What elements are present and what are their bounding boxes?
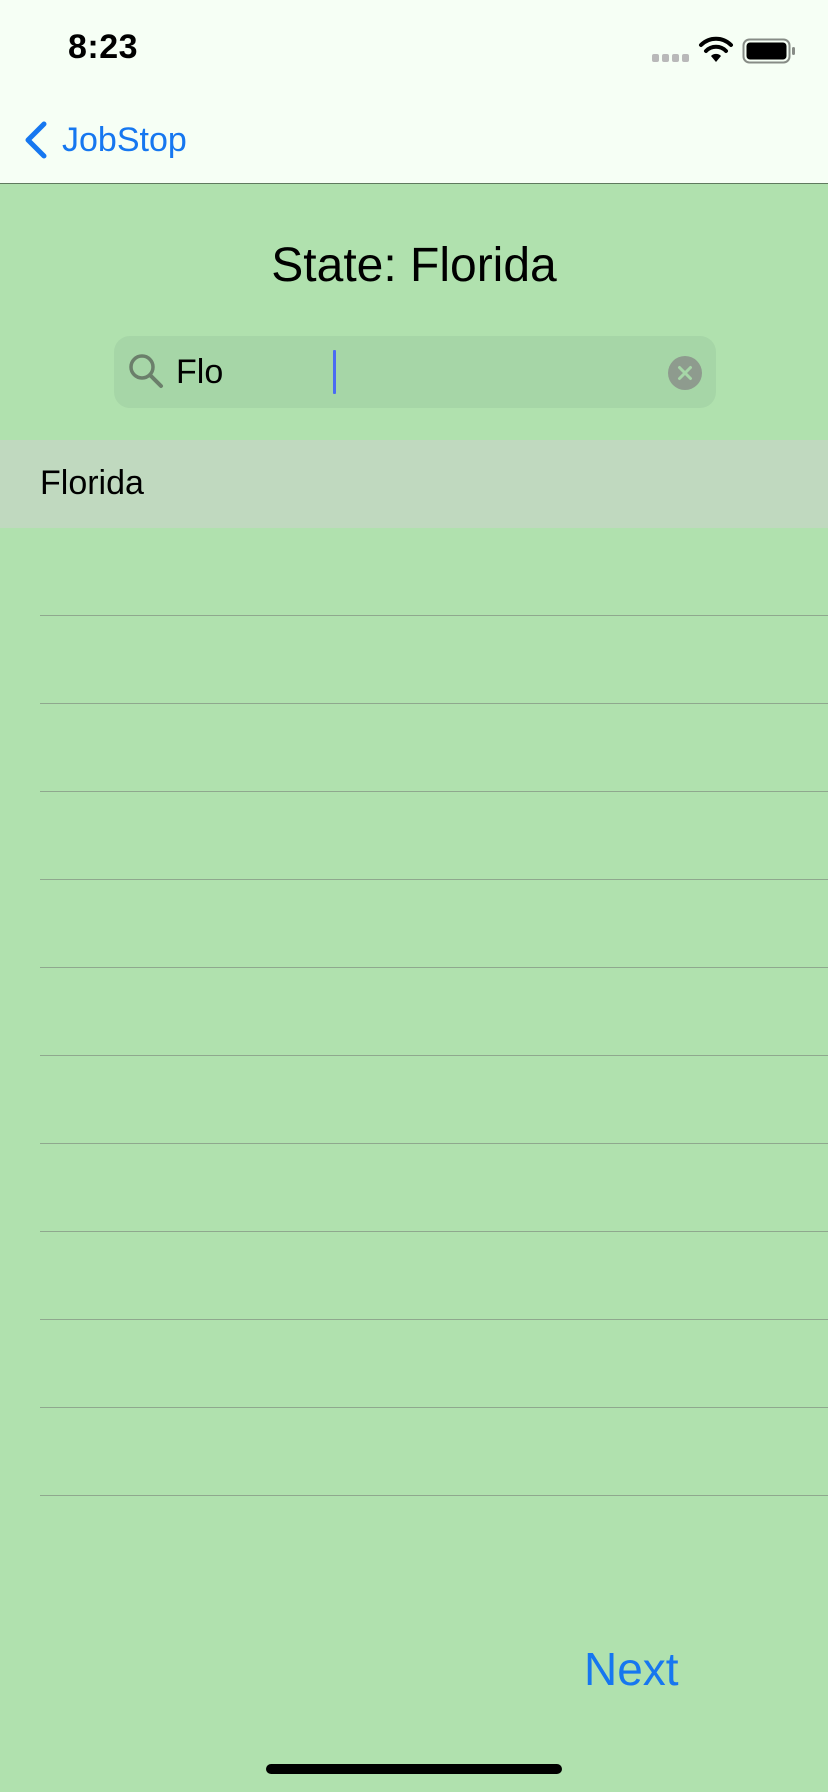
empty-row — [40, 1408, 828, 1496]
text-caret — [333, 350, 336, 394]
search-icon — [129, 354, 163, 388]
list-item[interactable]: Florida — [0, 440, 828, 528]
empty-row — [40, 792, 828, 880]
empty-row — [40, 880, 828, 968]
status-time: 8:23 — [68, 28, 139, 66]
wifi-icon — [699, 36, 733, 62]
empty-row — [40, 704, 828, 792]
chevron-left-icon — [25, 121, 47, 159]
search-field[interactable] — [114, 336, 716, 408]
navigation-bar: JobStop — [0, 96, 828, 184]
empty-row — [40, 616, 828, 704]
battery-icon — [742, 38, 795, 64]
screen: 8:23 JobStop State: Florida Flo Florida … — [0, 0, 828, 1792]
signal-icon — [652, 54, 690, 62]
list-item-label: Florida — [40, 464, 144, 502]
clear-search-button[interactable] — [668, 356, 702, 390]
empty-row — [40, 1320, 828, 1408]
results-list: Florida — [0, 440, 828, 1496]
page-title: State: Florida — [271, 239, 557, 292]
empty-row — [40, 1144, 828, 1232]
status-bar: 8:23 — [0, 0, 828, 96]
next-button[interactable]: Next — [584, 1642, 679, 1696]
home-indicator[interactable] — [266, 1764, 562, 1774]
back-label: JobStop — [62, 120, 187, 159]
empty-row — [40, 1056, 828, 1144]
empty-row — [40, 968, 828, 1056]
empty-row — [40, 528, 828, 616]
clear-icon — [678, 366, 692, 380]
empty-row — [40, 1232, 828, 1320]
search-input[interactable] — [176, 336, 616, 408]
back-button[interactable]: JobStop — [22, 116, 187, 164]
